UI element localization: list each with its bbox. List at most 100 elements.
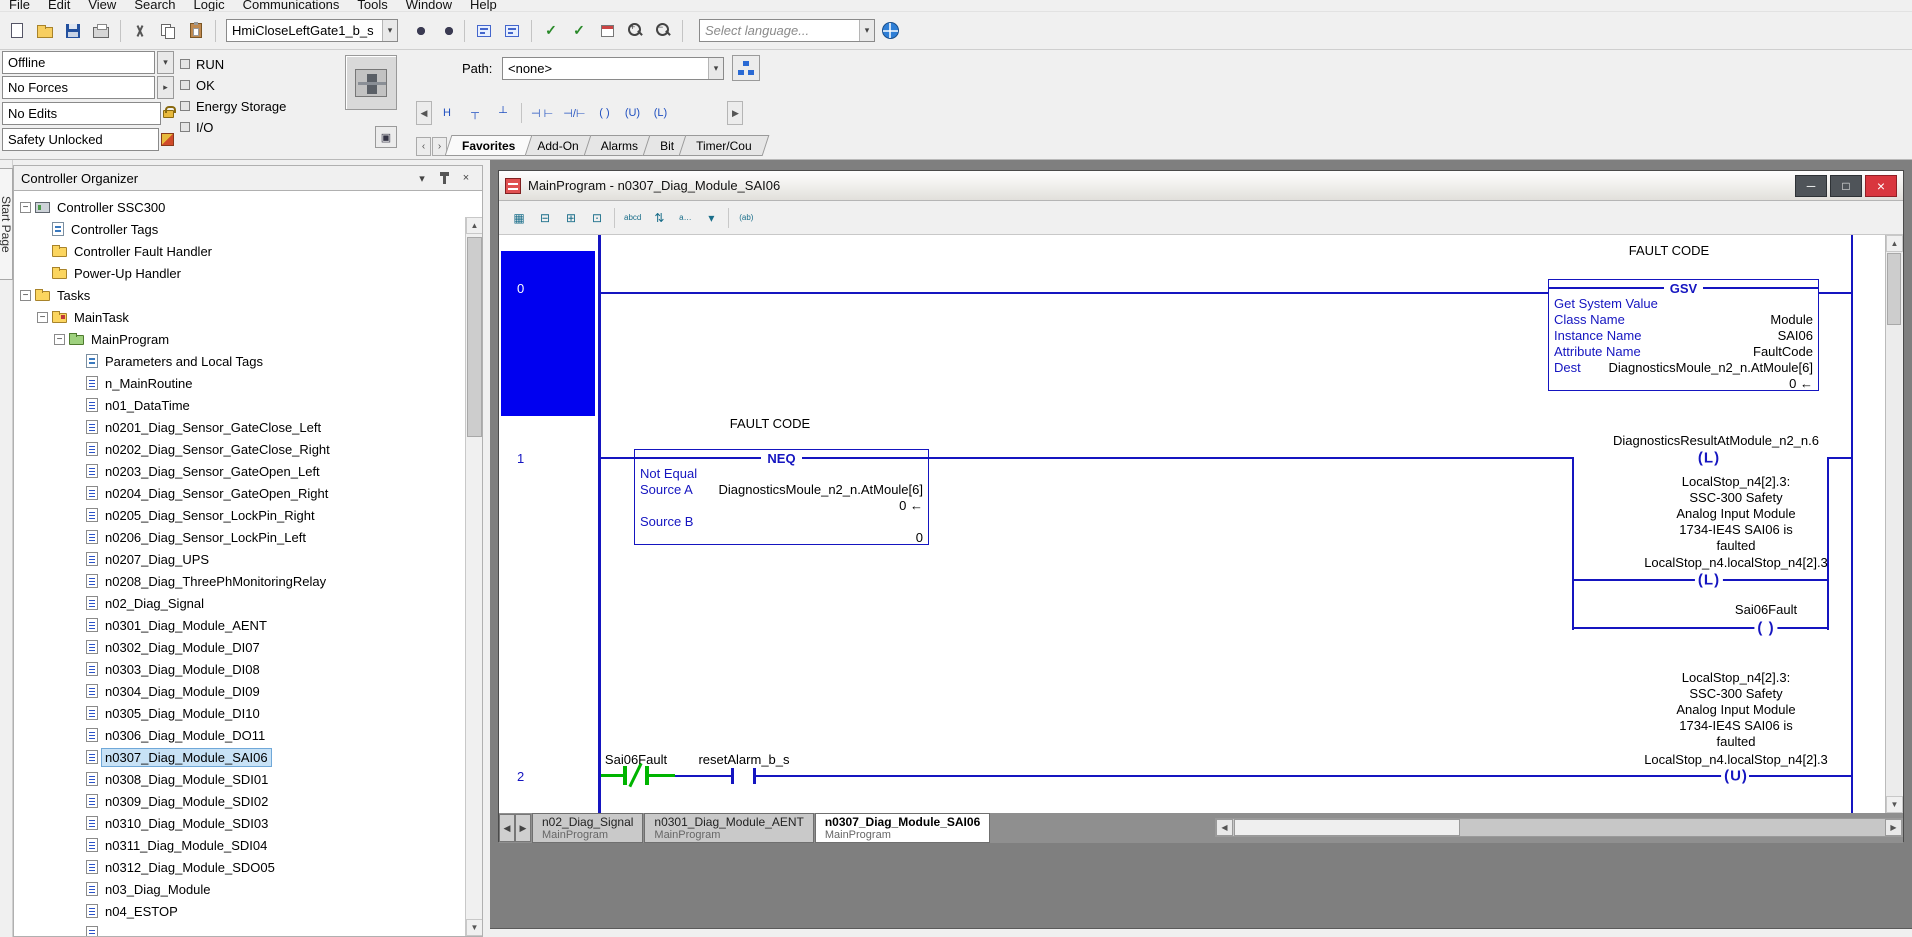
palette-tab-add-on[interactable]: Add-On — [523, 135, 592, 156]
find-button[interactable] — [404, 18, 430, 44]
menu-item-communications[interactable]: Communications — [234, 0, 349, 12]
branch-level-button[interactable]: ┴ — [490, 101, 516, 125]
menu-item-tools[interactable]: Tools — [348, 0, 396, 12]
xio-contact-button[interactable]: ⊣/⊢ — [559, 101, 589, 125]
chevron-down-icon[interactable]: ▾ — [708, 58, 723, 79]
palette-tab-timer-cou[interactable]: Timer/Cou — [682, 135, 766, 156]
close-icon[interactable]: × — [1865, 175, 1897, 197]
branch-button[interactable]: ┬ — [462, 101, 488, 125]
tree-item-n0306-diag-module-do11[interactable]: n0306_Diag_Module_DO11 — [14, 724, 464, 746]
coil-tag[interactable]: DiagnosticsResultAtModule_n2_n.6 — [1613, 433, 1819, 448]
menu-item-help[interactable]: Help — [461, 0, 506, 12]
tree-item-n0202-diag-sensor-gateclose-right[interactable]: n0202_Diag_Sensor_GateClose_Right — [14, 438, 464, 460]
properties-button[interactable] — [594, 18, 620, 44]
rung-number[interactable]: 2 — [517, 769, 524, 784]
tree-item-controller-ssc300[interactable]: −Controller SSC300 — [14, 196, 464, 218]
palette-scroll-right-icon[interactable]: ▶ — [727, 101, 743, 125]
expander-icon[interactable]: − — [20, 202, 31, 213]
forces-status-box[interactable]: No Forces — [2, 76, 155, 99]
scrollbar-thumb[interactable] — [467, 237, 482, 437]
new-rung-button[interactable]: H — [434, 101, 460, 125]
verify-controller-button[interactable]: ✓ — [566, 18, 592, 44]
open-button[interactable] — [32, 18, 58, 44]
coil-tag[interactable]: LocalStop_n4.localStop_n4[2].3 — [1644, 555, 1828, 570]
tree-item-n0304-diag-module-di09[interactable]: n0304_Diag_Module_DI09 — [14, 680, 464, 702]
menu-item-edit[interactable]: Edit — [39, 0, 79, 12]
otl-coil-button[interactable]: (L) — [647, 101, 673, 125]
organizer-scrollbar[interactable]: ▲ ▼ — [465, 217, 482, 936]
tree-item-n0312-diag-module-sdo05[interactable]: n0312_Diag_Module_SDO05 — [14, 856, 464, 878]
tree-item-n0208-diag-threephmonitoringrelay[interactable]: n0208_Diag_ThreePhMonitoringRelay — [14, 570, 464, 592]
grid-view-icon[interactable]: ▦ — [507, 206, 531, 230]
contact-tag[interactable]: Sai06Fault — [605, 752, 667, 767]
tree-item-maintask[interactable]: −MainTask — [14, 306, 464, 328]
tree-item-n0204-diag-sensor-gateopen-right[interactable]: n0204_Diag_Sensor_GateOpen_Right — [14, 482, 464, 504]
ote-coil-button[interactable]: ( ) — [591, 101, 617, 125]
tree-item-n04-estop[interactable]: n04_ESTOP — [14, 900, 464, 922]
palette-scroll-left-icon[interactable]: ◀ — [416, 101, 432, 125]
otu-coil[interactable]: (U) — [1721, 768, 1751, 785]
scroll-down-icon[interactable]: ▼ — [1886, 796, 1903, 813]
scroll-up-icon[interactable]: ▲ — [1886, 235, 1903, 252]
scroll-down-icon[interactable]: ▼ — [466, 919, 483, 936]
print-button[interactable] — [88, 18, 114, 44]
expander-icon[interactable]: − — [37, 312, 48, 323]
zoom-in-button[interactable]: + — [622, 18, 648, 44]
scroll-up-icon[interactable]: ▲ — [466, 217, 483, 234]
rung-number[interactable]: 1 — [517, 451, 524, 466]
ladder-canvas[interactable]: 0 FAULT CODE GSV Get System Value Class … — [499, 235, 1886, 813]
sort-icon[interactable]: ⇅ — [647, 206, 671, 230]
tree-item-n02-diag-signal[interactable]: n02_Diag_Signal — [14, 592, 464, 614]
tag-quick-combo[interactable]: HmiCloseLeftGate1_b_s ▾ — [226, 19, 398, 42]
gsv-dest-row[interactable]: DestDiagnosticsMoule_n2_n.AtMoule[6] — [1549, 360, 1818, 376]
tree-item-n0309-diag-module-sdi02[interactable]: n0309_Diag_Module_SDI02 — [14, 790, 464, 812]
scrollbar-thumb[interactable] — [1887, 253, 1901, 325]
tree-item-tasks[interactable]: −Tasks — [14, 284, 464, 306]
tree-item-item[interactable] — [14, 922, 464, 936]
xic-contact-button[interactable]: ⊣ ⊢ — [527, 101, 557, 125]
contact-tag[interactable]: resetAlarm_b_s — [698, 752, 789, 767]
menu-item-window[interactable]: Window — [397, 0, 461, 12]
tree-item-n0203-diag-sensor-gateopen-left[interactable]: n0203_Diag_Sensor_GateOpen_Left — [14, 460, 464, 482]
tree-item-n-mainroutine[interactable]: n_MainRoutine — [14, 372, 464, 394]
neq-source-b-row[interactable]: Source B — [635, 514, 928, 530]
rung-comment[interactable]: FAULT CODE — [730, 416, 810, 431]
expander-icon[interactable]: − — [20, 290, 31, 301]
language-globe-button[interactable] — [877, 18, 903, 44]
expand-rungs-icon[interactable]: ⊞ — [559, 206, 583, 230]
tabs-scroll-left-icon[interactable]: ◀ — [499, 814, 515, 842]
tree-item-controller-tags[interactable]: Controller Tags — [14, 218, 464, 240]
xio-contact-bar[interactable] — [623, 766, 627, 785]
tree-item-n0206-diag-sensor-lockpin-left[interactable]: n0206_Diag_Sensor_LockPin_Left — [14, 526, 464, 548]
paste-button[interactable] — [183, 18, 209, 44]
tree-item-n0303-diag-module-di08[interactable]: n0303_Diag_Module_DI08 — [14, 658, 464, 680]
chevron-down-icon[interactable]: ▾ — [382, 20, 397, 41]
editor-title-bar[interactable]: MainProgram - n0307_Diag_Module_SAI06 ─ … — [499, 171, 1903, 201]
scroll-right-icon[interactable]: ▶ — [1885, 819, 1902, 836]
coil-tag[interactable]: LocalStop_n4.localStop_n4[2].3 — [1644, 752, 1828, 767]
xic-contact-bar[interactable] — [731, 768, 734, 784]
tree-item-parameters-and-local-tags[interactable]: Parameters and Local Tags — [14, 350, 464, 372]
safety-status-box[interactable]: Safety Unlocked — [2, 128, 159, 151]
menu-item-file[interactable]: File — [0, 0, 39, 12]
gsv-instruction[interactable]: GSV Get System Value Class NameModule In… — [1548, 279, 1819, 391]
editor-horizontal-scrollbar[interactable]: ◀ ▶ — [1215, 818, 1903, 837]
verify-routine-button[interactable]: ✓ — [538, 18, 564, 44]
neq-source-a-row[interactable]: Source ADiagnosticsMoule_n2_n.AtMoule[6] — [635, 482, 928, 498]
zoom-out-button[interactable]: − — [650, 18, 676, 44]
controller-mode-box[interactable]: Offline — [2, 51, 155, 74]
tree-item-n0201-diag-sensor-gateclose-left[interactable]: n0201_Diag_Sensor_GateClose_Left — [14, 416, 464, 438]
tree-item-n0301-diag-module-aent[interactable]: n0301_Diag_Module_AENT — [14, 614, 464, 636]
gsv-attribute-row[interactable]: Attribute NameFaultCode — [1549, 344, 1818, 360]
path-combo[interactable]: <none> ▾ — [502, 57, 724, 80]
tree-item-n0307-diag-module-sai06[interactable]: n0307_Diag_Module_SAI06 — [14, 746, 464, 768]
language-combo[interactable]: Select language... ▾ — [699, 19, 875, 42]
ote-coil[interactable]: ( ) — [1754, 620, 1777, 637]
controller-mode-menu-button[interactable]: ▾ — [157, 51, 174, 74]
tree-item-n0205-diag-sensor-lockpin-right[interactable]: n0205_Diag_Sensor_LockPin_Right — [14, 504, 464, 526]
routine-tab-n0307-diag-module-sai06[interactable]: n0307_Diag_Module_SAI06MainProgram — [815, 813, 990, 843]
tree-item-n0302-diag-module-di07[interactable]: n0302_Diag_Module_DI07 — [14, 636, 464, 658]
editor-vertical-scrollbar[interactable]: ▲ ▼ — [1885, 235, 1902, 813]
routine-tab-n02-diag-signal[interactable]: n02_Diag_SignalMainProgram — [532, 813, 643, 843]
tree-item-n0311-diag-module-sdi04[interactable]: n0311_Diag_Module_SDI04 — [14, 834, 464, 856]
